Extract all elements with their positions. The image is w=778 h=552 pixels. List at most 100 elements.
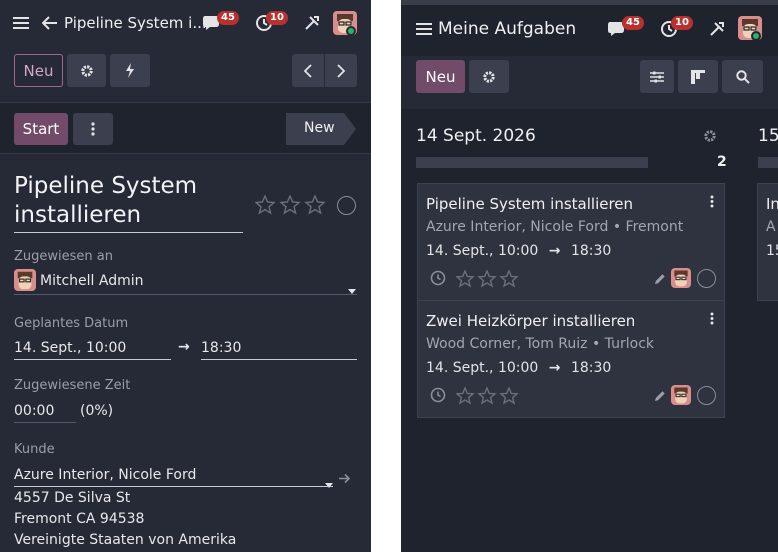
planned-start-underline — [14, 359, 171, 360]
next-column-card[interactable]: In A 15 — [757, 183, 778, 301]
next-card-subtitle: A — [766, 219, 776, 235]
column-gear-icon[interactable] — [703, 129, 717, 143]
kanban-state-circle[interactable] — [697, 386, 716, 405]
star-icon — [254, 194, 276, 215]
planned-end-input[interactable]: 18:30 — [201, 340, 241, 356]
allocated-time-label: Zugewiesene Zeit — [14, 378, 131, 393]
star-icon — [477, 269, 497, 288]
online-status-dot — [751, 31, 761, 41]
card-kebab-icon[interactable] — [710, 195, 714, 208]
menu-icon[interactable] — [415, 20, 433, 38]
card-subtitle: Wood Corner, Tom Ruiz • Turlock — [426, 336, 654, 352]
menu-icon[interactable] — [12, 14, 30, 32]
caret-down-icon[interactable] — [348, 279, 356, 298]
messages-count-badge: 45 — [217, 11, 239, 25]
column-date-title: 14 Sept. 2026 — [416, 126, 536, 146]
card-title: Zwei Heizkörper installieren — [426, 312, 636, 330]
activity-clock-icon[interactable] — [430, 270, 446, 286]
card-end: 18:30 — [570, 243, 612, 259]
card-priority-stars[interactable] — [455, 269, 520, 288]
gear-icon — [482, 70, 496, 84]
breadcrumb-title: Pipeline System i... — [64, 14, 207, 32]
filters-button[interactable] — [640, 60, 674, 93]
next-column-progress-bar — [758, 157, 778, 168]
star-icon — [304, 194, 326, 215]
allocated-time-input[interactable]: 00:00 — [14, 403, 54, 419]
next-card-title: In — [766, 195, 778, 213]
card-assignee-avatar — [671, 385, 691, 405]
activity-clock-icon[interactable] — [430, 387, 446, 403]
card-arrow: → — [548, 243, 561, 259]
settings-button[interactable] — [469, 60, 509, 93]
online-status-dot — [346, 26, 356, 36]
card-kebab-icon[interactable] — [710, 312, 714, 325]
settings-button[interactable] — [67, 54, 106, 87]
task-title-line1[interactable]: Pipeline System — [14, 173, 197, 199]
task-title-line2[interactable]: installieren — [14, 202, 141, 228]
tools-icon[interactable] — [302, 13, 322, 33]
star-icon — [477, 386, 497, 405]
card-priority-stars[interactable] — [455, 386, 520, 405]
tools-icon[interactable] — [707, 19, 727, 39]
messages-count-badge: 45 — [622, 16, 644, 30]
card-date-range: 14. Sept., 10:00 → 18:30 — [426, 360, 611, 376]
kebab-icon — [91, 122, 95, 136]
card-assignee-avatar — [671, 268, 691, 288]
address-line2: Fremont CA 94538 — [14, 511, 145, 527]
assignee-value[interactable]: Mitchell Admin — [40, 273, 144, 289]
next-card-date: 15 — [766, 243, 778, 259]
caret-down-icon[interactable] — [325, 473, 333, 492]
gear-icon — [80, 64, 94, 78]
chevron-left-icon — [304, 63, 312, 78]
allocated-percent: (0%) — [80, 403, 114, 419]
pencil-icon[interactable] — [654, 273, 666, 285]
star-icon — [455, 269, 475, 288]
customer-input[interactable]: Azure Interior, Nicole Ford — [14, 467, 196, 483]
task-card[interactable]: Pipeline System installieren Azure Inter… — [417, 183, 725, 301]
assignee-avatar — [14, 269, 36, 291]
planned-start-input[interactable]: 14. Sept., 10:00 — [14, 340, 126, 356]
next-record-button[interactable] — [325, 54, 357, 87]
card-start: 14. Sept., 10:00 — [426, 243, 539, 259]
assignee-underline — [14, 294, 357, 295]
column-record-count: 2 — [717, 154, 727, 170]
assigned-label: Zugewiesen an — [14, 249, 113, 264]
new-button[interactable]: Neu — [416, 60, 465, 93]
start-button[interactable]: Start — [14, 113, 68, 145]
search-icon — [735, 69, 750, 84]
pencil-icon[interactable] — [654, 390, 666, 402]
stage-new-label: New — [304, 120, 335, 136]
task-card[interactable]: Zwei Heizkörper installieren Wood Corner… — [417, 300, 725, 418]
search-button[interactable] — [722, 60, 763, 93]
task-form-pane: Pipeline System i... 45 10 Neu Start New… — [0, 0, 371, 552]
internal-link-arrow-icon[interactable] — [338, 469, 351, 488]
card-end: 18:30 — [570, 360, 612, 376]
card-subtitle: Azure Interior, Nicole Ford • Fremont — [426, 219, 684, 235]
sliders-icon — [650, 71, 664, 83]
kanban-state-circle[interactable] — [697, 269, 716, 288]
back-arrow-icon[interactable] — [40, 13, 60, 33]
stage-new[interactable]: New — [286, 113, 356, 145]
star-icon — [499, 386, 519, 405]
more-actions-button[interactable] — [73, 113, 113, 145]
star-icon — [279, 194, 301, 215]
kanban-state-circle[interactable] — [337, 196, 356, 215]
chevron-right-icon — [337, 63, 345, 78]
activities-count-badge: 10 — [671, 16, 693, 30]
kanban-view-button[interactable] — [678, 60, 718, 93]
kanban-icon — [691, 69, 705, 84]
planned-end-underline — [201, 359, 357, 360]
priority-stars[interactable] — [254, 194, 327, 215]
previous-record-button[interactable] — [292, 54, 324, 87]
card-date-range: 14. Sept., 10:00 → 18:30 — [426, 243, 611, 259]
allocated-underline — [14, 422, 76, 423]
actions-button[interactable] — [110, 54, 150, 87]
my-tasks-pane: Meine Aufgaben 45 10 Neu 14 Sept. 2026 2… — [401, 0, 778, 552]
bolt-icon — [125, 63, 135, 78]
card-title: Pipeline System installieren — [426, 195, 634, 213]
column-progress-bar — [416, 157, 648, 168]
new-button[interactable]: Neu — [14, 54, 63, 87]
activities-count-badge: 10 — [266, 11, 288, 25]
statusbar: Start New — [0, 102, 371, 154]
customer-underline — [14, 486, 333, 487]
